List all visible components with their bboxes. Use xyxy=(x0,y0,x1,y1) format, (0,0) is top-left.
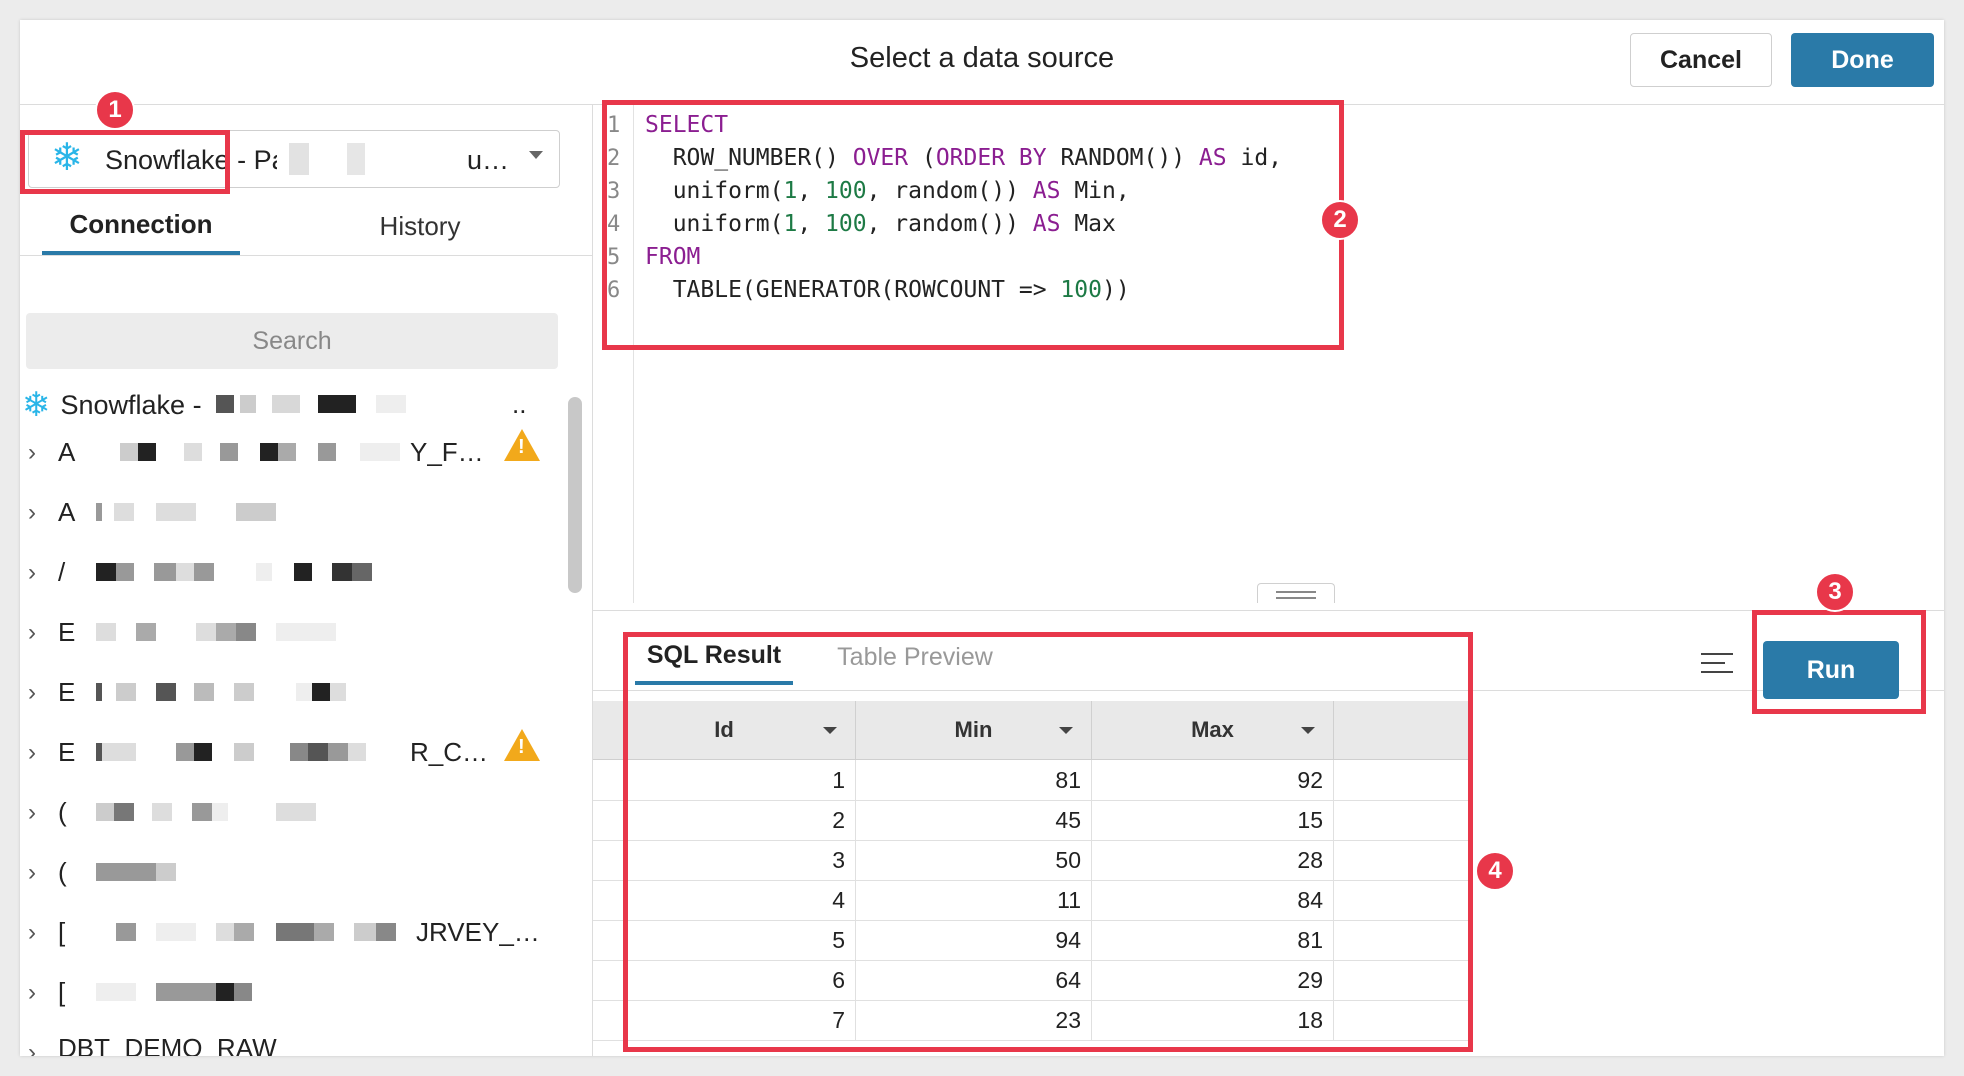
redacted-text xyxy=(96,923,416,941)
tree-item[interactable]: › / xyxy=(20,553,560,593)
tree-item[interactable]: › E xyxy=(20,613,560,653)
tree-item-prefix: E xyxy=(58,617,76,647)
annotation-badge-2: 2 xyxy=(1320,200,1360,240)
snowflake-icon: ❄ xyxy=(22,386,51,424)
tree-item-prefix: / xyxy=(58,557,66,587)
tree-scrollbar[interactable] xyxy=(568,397,582,593)
tree-item-prefix: E xyxy=(58,677,76,707)
resize-handle[interactable] xyxy=(1257,583,1335,603)
tree-item-prefix: [ xyxy=(58,917,66,947)
tree-item[interactable]: › [ xyxy=(20,973,560,1013)
done-button[interactable]: Done xyxy=(1791,33,1934,87)
tree-item[interactable]: › DBT_DEMO_RAW xyxy=(20,1033,560,1056)
tree-item-prefix: E xyxy=(58,737,76,767)
tree-item[interactable]: › E R_C… ! xyxy=(20,729,560,773)
chevron-right-icon: › xyxy=(28,799,36,826)
tree-item-suffix: R_C… xyxy=(410,737,489,767)
redacted-text xyxy=(96,623,376,641)
cancel-button[interactable]: Cancel xyxy=(1630,33,1772,87)
search-input[interactable]: Search xyxy=(26,313,558,369)
connection-panel: ❄ Snowflake - Pa u… Connection History S… xyxy=(20,105,593,1056)
annotation-box-3 xyxy=(1752,610,1926,714)
tree-item-prefix: ( xyxy=(58,857,67,887)
redacted-text xyxy=(96,683,396,701)
chevron-right-icon: › xyxy=(28,919,36,946)
chevron-right-icon: › xyxy=(28,979,36,1006)
redacted-text xyxy=(120,443,400,461)
annotation-badge-1: 1 xyxy=(95,90,135,130)
tree-root-label: Snowflake - xyxy=(60,389,202,420)
redacted-text xyxy=(96,743,396,761)
format-lines-icon[interactable] xyxy=(1701,653,1733,675)
tab-connection[interactable]: Connection xyxy=(42,197,240,255)
chevron-down-icon xyxy=(529,151,543,159)
redacted-text xyxy=(96,803,336,821)
chevron-right-icon: › xyxy=(28,739,36,766)
chevron-right-icon: › xyxy=(28,1039,36,1056)
redacted-text xyxy=(216,395,516,413)
chevron-right-icon: › xyxy=(28,559,36,586)
chevron-right-icon: › xyxy=(28,859,36,886)
tree-item-prefix: A xyxy=(58,437,76,467)
source-select-tail: u… xyxy=(467,145,510,175)
chevron-right-icon: › xyxy=(28,619,36,646)
warning-icon: ! xyxy=(504,729,540,761)
tree-item[interactable]: › ( xyxy=(20,853,560,893)
redacted-text xyxy=(96,563,396,581)
data-source-dialog: Select a data source Cancel Done ❄ Snowf… xyxy=(20,20,1944,1056)
tree-root-tail: .. xyxy=(512,389,527,419)
tree-item[interactable]: › [ JRVEY_… xyxy=(20,913,560,953)
chevron-right-icon: › xyxy=(28,499,36,526)
redacted-text xyxy=(277,143,437,175)
tree-item-prefix: DBT_DEMO_RAW xyxy=(58,1033,277,1056)
annotation-badge-4: 4 xyxy=(1475,851,1515,891)
tree-item-suffix: Y_F… xyxy=(410,437,484,467)
schema-tree: ❄ Snowflake - .. › A Y_F… ! › A › / › E … xyxy=(20,385,570,1056)
annotation-box-2 xyxy=(602,100,1344,350)
chevron-right-icon: › xyxy=(28,679,36,706)
chevron-right-icon: › xyxy=(28,439,36,466)
annotation-box-1 xyxy=(20,130,230,194)
redacted-text xyxy=(96,503,286,521)
left-tabs: Connection History xyxy=(20,197,592,256)
tree-item[interactable]: › A xyxy=(20,493,560,533)
tab-history[interactable]: History xyxy=(320,197,520,255)
redacted-text xyxy=(96,863,182,881)
warning-icon: ! xyxy=(504,429,540,461)
tree-item-prefix: ( xyxy=(58,797,67,827)
annotation-badge-3: 3 xyxy=(1815,572,1855,612)
tree-root-connection[interactable]: ❄ Snowflake - .. xyxy=(20,385,526,425)
annotation-box-4 xyxy=(623,632,1473,1052)
tree-item-prefix: [ xyxy=(58,977,66,1007)
tree-item-suffix: JRVEY_… xyxy=(416,917,540,947)
tree-item-prefix: A xyxy=(58,497,76,527)
tree-item[interactable]: › A Y_F… ! xyxy=(20,429,560,473)
tree-item[interactable]: › E xyxy=(20,673,560,713)
redacted-text xyxy=(96,983,266,1001)
tree-item[interactable]: › ( xyxy=(20,793,560,833)
dialog-header: Select a data source Cancel Done xyxy=(20,20,1944,105)
